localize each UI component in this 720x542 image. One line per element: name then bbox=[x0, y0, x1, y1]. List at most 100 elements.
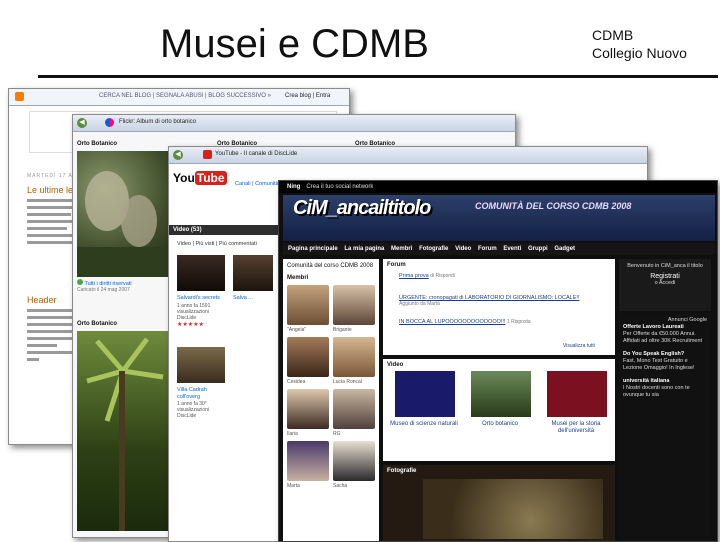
ads-box: Annunci Google Offerte Lavoro Laureati P… bbox=[619, 313, 711, 541]
ad-1-text: Per Offerte da €50.000 Annui. Affidati a… bbox=[623, 331, 703, 344]
flickr-tab-title[interactable]: Flickr: Album di orto botanico bbox=[119, 119, 196, 125]
video-caption[interactable]: Musei per la storia dell'università bbox=[541, 421, 611, 435]
youtube-video-title-1[interactable]: Salvardi's secrets bbox=[177, 295, 229, 302]
youtube-logo[interactable]: You Tube bbox=[173, 171, 227, 191]
register-link[interactable]: Registrati bbox=[623, 273, 707, 280]
member-name[interactable]: Brigante bbox=[333, 327, 352, 333]
blogger-menu[interactable]: CERCA NEL BLOG | SEGNALA ABUSI | BLOG SU… bbox=[99, 93, 271, 99]
nav-home[interactable]: Pagina principale bbox=[288, 246, 338, 252]
slide-title: Musei e CDMB bbox=[160, 22, 429, 66]
ning-logo[interactable]: Ning bbox=[287, 184, 300, 190]
youtube-video-section-header: Video (53) bbox=[169, 225, 281, 235]
post-heading-2[interactable]: Header bbox=[27, 295, 57, 305]
flickr-toolbar: ◀ Flickr: Album di orto botanico bbox=[73, 115, 515, 132]
youtube-toolbar: ◀ YouTube - Il canale di DiscLide bbox=[169, 147, 647, 164]
nav-events[interactable]: Eventi bbox=[503, 246, 521, 252]
slide-subtitle: CDMB Collegio Nuovo bbox=[592, 26, 687, 62]
back-icon[interactable]: ◀ bbox=[173, 150, 183, 160]
members-label: Membri bbox=[287, 275, 309, 281]
video-thumb-university[interactable] bbox=[547, 371, 607, 417]
flickr-favicon-icon bbox=[105, 118, 114, 127]
youtube-favicon-icon bbox=[203, 150, 212, 159]
welcome-box: Benvenuto in CiM_anca il titolo Registra… bbox=[619, 259, 711, 311]
title-divider bbox=[38, 75, 718, 78]
member-name[interactable]: Ilaria bbox=[287, 431, 298, 437]
ning-create-link[interactable]: Crea il tuo social network bbox=[306, 184, 373, 190]
youtube-video-meta-1: 1 anno fa 1591 visualizzazioni DiscLide bbox=[177, 303, 211, 321]
youtube-video-thumb-3[interactable] bbox=[177, 347, 225, 383]
video-caption[interactable]: Orto botanico bbox=[465, 421, 535, 428]
member-name[interactable]: "Angela" bbox=[287, 327, 306, 333]
ads-title: Annunci Google bbox=[667, 317, 707, 323]
nav-my-page[interactable]: La mia pagina bbox=[344, 246, 384, 252]
blogger-login-links[interactable]: Crea blog | Entra bbox=[285, 93, 330, 99]
ning-members-panel: Comunità del corso CDMB 2008 Membri "Ang… bbox=[283, 259, 379, 541]
youtube-video-thumb-2[interactable] bbox=[233, 255, 273, 291]
forum-topic[interactable]: IN BOCCA AL LUPOOOOOOOOOOOOO!!! 1 Rispos… bbox=[399, 319, 531, 325]
post-heading-1[interactable]: Le ultime le bbox=[27, 185, 73, 195]
subtitle-line-2: Collegio Nuovo bbox=[592, 45, 687, 61]
ad-3-text: I Nostri docenti sono con te ovunque tu … bbox=[623, 385, 690, 398]
flickr-photo-rocks[interactable] bbox=[77, 151, 169, 277]
forum-topic[interactable]: URGENTE: cronopagati di LABORATORIO DI G… bbox=[399, 295, 609, 307]
member-name[interactable]: Sacha bbox=[333, 483, 347, 489]
member-avatar[interactable] bbox=[333, 441, 375, 481]
ad-3-title[interactable]: università italiana bbox=[623, 378, 669, 384]
flickr-album-title-1[interactable]: Orto Botanico bbox=[77, 141, 117, 147]
member-name[interactable]: Marta bbox=[287, 483, 300, 489]
nav-videos[interactable]: Video bbox=[455, 246, 471, 252]
member-name[interactable]: Cesidea bbox=[287, 379, 305, 385]
palm-graphic bbox=[86, 337, 164, 531]
video-caption[interactable]: Museo di scienze naturali bbox=[389, 421, 459, 428]
youtube-video-filters[interactable]: Video | Più visti | Più commentati bbox=[177, 241, 257, 247]
flickr-license-badge[interactable]: Tutti i diritti riservati bbox=[77, 279, 132, 287]
ning-forum-panel: Forum Prima prova di Rispondi URGENTE: c… bbox=[383, 259, 615, 355]
member-avatar[interactable] bbox=[333, 389, 375, 429]
ning-site-name[interactable]: CiM_ancailtitolo bbox=[293, 197, 431, 220]
youtube-tab-title[interactable]: YouTube - Il canale di DiscLide bbox=[215, 151, 297, 157]
flickr-photo-palms[interactable] bbox=[77, 331, 169, 531]
blogger-navbar: CERCA NEL BLOG | SEGNALA ABUSI | BLOG SU… bbox=[9, 89, 349, 106]
ad-2-text: Fast, Mono Test Gratuito e Lezione Omagg… bbox=[623, 358, 695, 371]
forum-see-all-link[interactable]: Visualizza tutti bbox=[563, 343, 595, 349]
video-label: Video bbox=[387, 362, 404, 368]
youtube-nav-links[interactable]: Canali | Comunità bbox=[235, 181, 279, 187]
member-avatar[interactable] bbox=[333, 285, 375, 325]
ning-topbar: Ning Crea il tuo social network bbox=[279, 181, 717, 193]
nav-gadget[interactable]: Gadget bbox=[554, 246, 575, 252]
nav-members[interactable]: Membri bbox=[391, 246, 412, 252]
member-avatar[interactable] bbox=[333, 337, 375, 377]
ad-2-title[interactable]: Do You Speak English? bbox=[623, 351, 684, 357]
flickr-album-title-4[interactable]: Orto Botanico bbox=[77, 321, 117, 327]
login-link[interactable]: o Accedi bbox=[623, 280, 707, 287]
youtube-video-thumb-1[interactable] bbox=[177, 255, 225, 291]
youtube-video-title-2[interactable]: Salva ... bbox=[233, 295, 273, 302]
nav-forum[interactable]: Forum bbox=[478, 246, 497, 252]
youtube-video-meta-3: 1 anno fa 30° visualizzazioni DiscLide bbox=[177, 401, 209, 419]
nav-photos[interactable]: Fotografie bbox=[419, 246, 448, 252]
photos-label: Fotografie bbox=[387, 468, 417, 474]
photo-preview[interactable] bbox=[423, 479, 603, 539]
community-title: Comunità del corso CDMB 2008 bbox=[287, 263, 374, 269]
ning-window[interactable]: Ning Crea il tuo social network CiM_ancai… bbox=[278, 180, 718, 542]
member-name[interactable]: RG bbox=[333, 431, 341, 437]
member-name[interactable]: Lucia Roncal bbox=[333, 379, 362, 385]
forum-topic[interactable]: Prima prova di Rispondi bbox=[399, 273, 455, 279]
welcome-text: Benvenuto in CiM_anca il titolo bbox=[627, 263, 703, 269]
video-thumb-museum[interactable] bbox=[395, 371, 455, 417]
ning-photos-panel: Fotografie bbox=[383, 465, 615, 541]
member-avatar[interactable] bbox=[287, 285, 329, 325]
back-icon[interactable]: ◀ bbox=[77, 118, 87, 128]
member-avatar[interactable] bbox=[287, 337, 329, 377]
youtube-rating-1: ★★★★★ bbox=[177, 322, 204, 328]
subtitle-line-1: CDMB bbox=[592, 27, 634, 43]
youtube-video-title-3[interactable]: Villa Cadrah coll'overg bbox=[177, 387, 229, 401]
member-avatar[interactable] bbox=[287, 389, 329, 429]
ning-main-nav: Pagina principale La mia pagina Membri F… bbox=[283, 243, 715, 255]
member-avatar[interactable] bbox=[287, 441, 329, 481]
blogger-logo-icon bbox=[15, 92, 24, 101]
rock-garden-graphic bbox=[77, 171, 169, 277]
nav-groups[interactable]: Gruppi bbox=[528, 246, 548, 252]
ad-1-title[interactable]: Offerte Lavoro Laureati bbox=[623, 324, 684, 330]
video-thumb-botanic[interactable] bbox=[471, 371, 531, 417]
